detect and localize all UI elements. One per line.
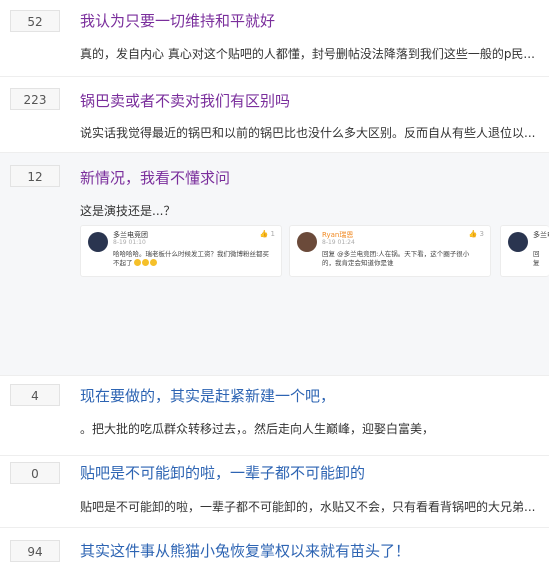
like-count: 👍 1 (259, 230, 275, 238)
reply-count: 94 (10, 540, 60, 562)
card-text: 回复 @多兰电竞团:人在锅。天下看，这个圈子很小的，我肯定会知道你是谁 (322, 250, 470, 267)
card-text: 哈哈哈哈。瑞老板什么时候发工资？我们微博粉丝都买不起了 (113, 250, 269, 267)
avatar (88, 232, 108, 252)
thread-item: 223 锅巴卖或者不卖对我们有区别吗 说实话我觉得最近的锅巴和以前的锅巴比也没什… (0, 77, 549, 153)
thread-excerpt: 说实话我觉得最近的锅巴和以前的锅巴比也没什么多大区别。反而自从有些人退位以... (80, 126, 536, 140)
screenshot-card[interactable]: Ryan瑞恩 8-19 01:24 👍 3 回复 @多兰电竞团:人在锅。天下看，… (289, 225, 491, 277)
reply-count: 4 (10, 384, 60, 406)
thread-item: 94 其实这件事从熊猫小兔恢复掌权以来就有苗头了！ (0, 528, 549, 562)
thread-title[interactable]: 其实这件事从熊猫小兔恢复掌权以来就有苗头了！ (80, 540, 410, 561)
card-time: 8-19 01:10 (113, 239, 146, 246)
card-time: 8-19 01:24 (322, 239, 355, 246)
thread-title[interactable]: 我认为只要一切维持和平就好 (80, 10, 275, 31)
reply-count: 0 (10, 462, 60, 484)
avatar (508, 232, 528, 252)
thread-title[interactable]: 锅巴卖或者不卖对我们有区别吗 (80, 90, 290, 111)
reply-count: 223 (10, 88, 60, 110)
reply-count: 12 (10, 165, 60, 187)
thread-excerpt: 这是演技还是...？ (80, 204, 176, 218)
thread-title[interactable]: 现在要做的，其实是赶紧新建一个吧， (80, 385, 335, 406)
like-count: 👍 3 (468, 230, 484, 238)
thread-excerpt: 贴吧是不可能卸的啦，一辈子都不可能卸的，水贴又不会，只有看看背锅吧的大兄弟... (80, 500, 536, 514)
thread-title[interactable]: 新情况，我看不懂求问 (80, 167, 230, 188)
thread-excerpt: 。把大批的吃瓜群众转移过去，。然后走向人生巅峰，迎娶白富美， (80, 422, 435, 436)
avatar (297, 232, 317, 252)
emoji-icon (141, 259, 149, 266)
thread-item: 12 新情况，我看不懂求问 这是演技还是...？ 多兰电竞团 8-19 01:1… (0, 153, 549, 376)
thread-item: 52 我认为只要一切维持和平就好 真的，发自内心 真心对这个贴吧的人都懂，封号删… (0, 0, 549, 77)
screenshot-card[interactable]: 多兰电竞团 8-19 01:10 👍 1 哈哈哈哈。瑞老板什么时候发工资？我们微… (80, 225, 282, 277)
thread-title[interactable]: 贴吧是不可能卸的啦，一辈子都不可能卸的 (80, 462, 365, 483)
thread-item: 0 贴吧是不可能卸的啦，一辈子都不可能卸的 贴吧是不可能卸的啦，一辈子都不可能卸… (0, 456, 549, 528)
thread-item: 4 现在要做的，其实是赶紧新建一个吧， 。把大批的吃瓜群众转移过去，。然后走向人… (0, 376, 549, 456)
reply-count: 52 (10, 10, 60, 32)
card-username: 多兰电竞团 (533, 231, 549, 239)
screenshot-card[interactable]: 多兰电竞团 回复 (500, 225, 549, 277)
thread-excerpt: 真的，发自内心 真心对这个贴吧的人都懂，封号删帖没法降落到我们这些一般的p民..… (80, 47, 535, 61)
emoji-icon (149, 259, 157, 266)
card-text: 回复 (533, 250, 540, 267)
emoji-icon (133, 259, 141, 266)
